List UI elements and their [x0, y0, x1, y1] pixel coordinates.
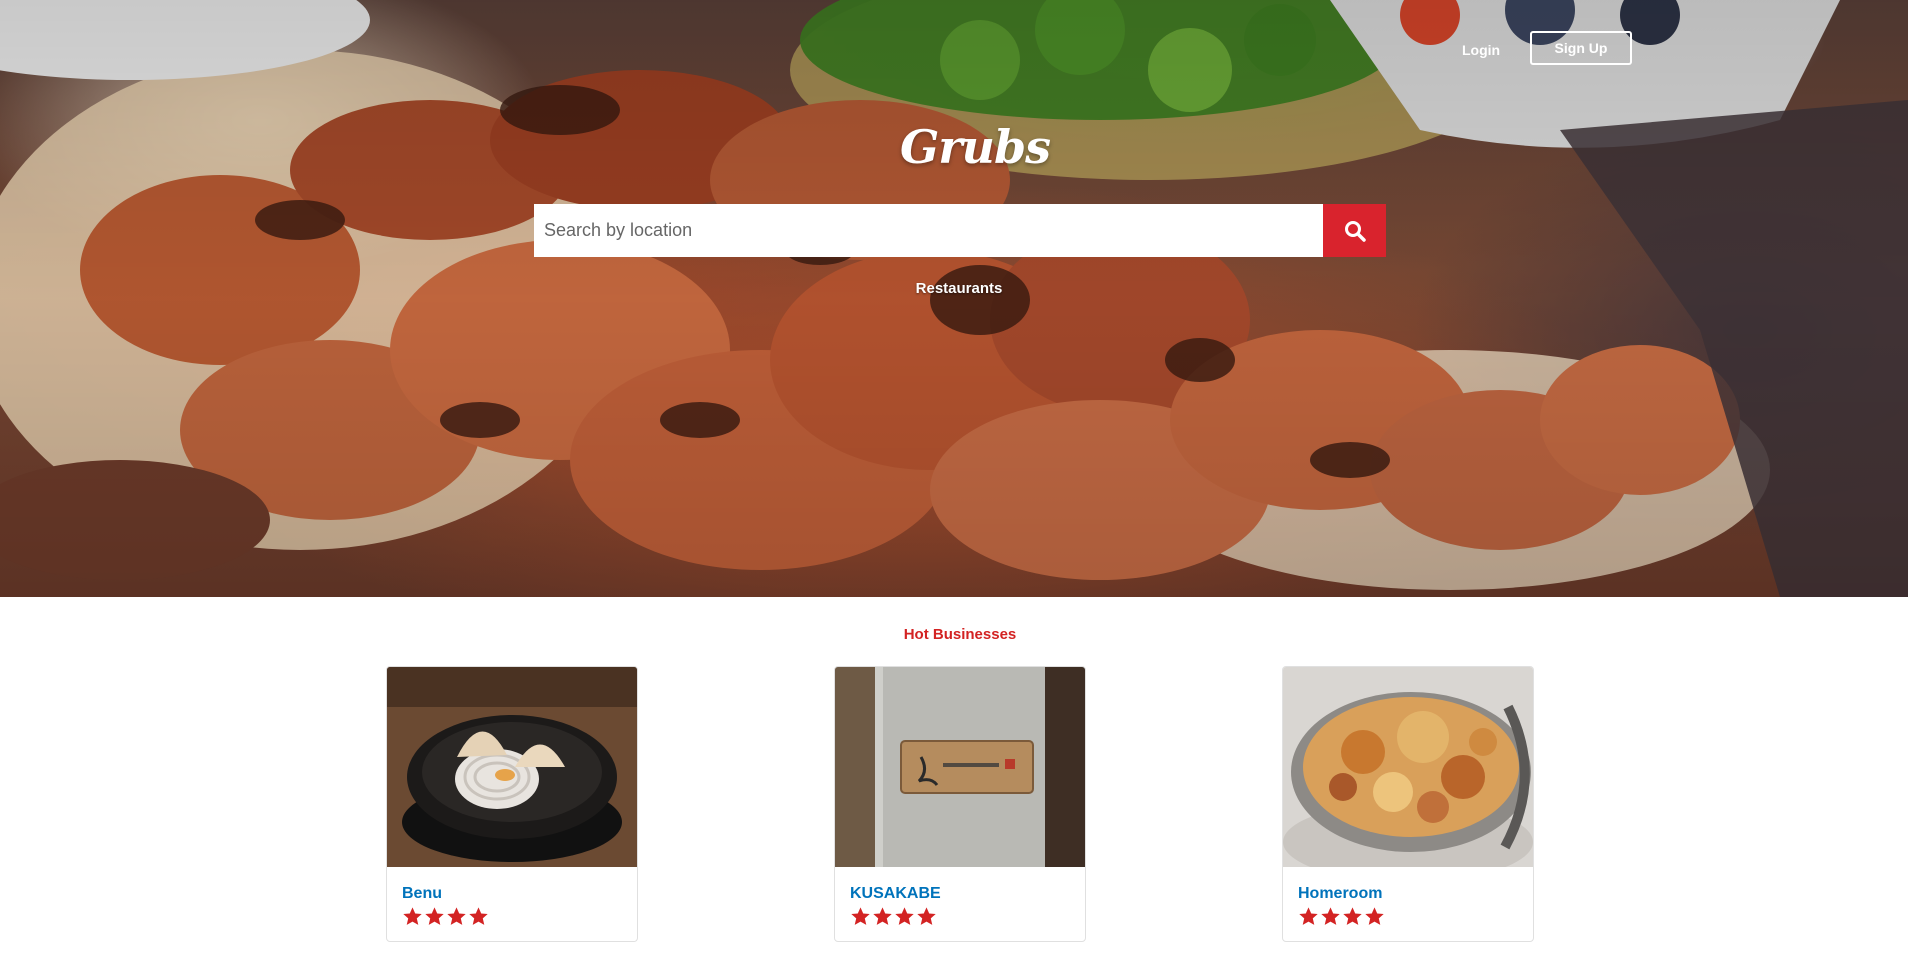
- wooden-sign-image: [835, 667, 1085, 867]
- business-name[interactable]: Benu: [402, 885, 442, 903]
- business-name[interactable]: KUSAKABE: [850, 885, 941, 903]
- star-icon: [895, 907, 914, 925]
- login-link[interactable]: Login: [1462, 36, 1500, 64]
- star-icon: [1365, 907, 1384, 925]
- business-photo[interactable]: [835, 667, 1085, 867]
- business-card-kusakabe[interactable]: KUSAKABE: [834, 666, 1086, 942]
- star-icon: [447, 907, 466, 925]
- signup-button[interactable]: Sign Up: [1530, 31, 1632, 65]
- hero-overlay: [0, 0, 1908, 597]
- star-icon: [469, 907, 488, 925]
- star-icon: [1299, 907, 1318, 925]
- star-icon: [403, 907, 422, 925]
- star-icon: [1321, 907, 1340, 925]
- business-photo[interactable]: [387, 667, 637, 867]
- star-rating: [850, 906, 937, 927]
- star-icon: [917, 907, 936, 925]
- star-icon: [851, 907, 870, 925]
- search-bar: [534, 204, 1386, 257]
- search-input[interactable]: [534, 204, 1323, 257]
- search-button[interactable]: [1323, 204, 1386, 257]
- star-rating: [402, 906, 489, 927]
- site-logo[interactable]: Grubs: [900, 120, 1051, 174]
- hero-banner: Login Sign Up Grubs Restaurants: [0, 0, 1908, 597]
- search-icon: [1344, 220, 1366, 242]
- mac-and-cheese-image: [1283, 667, 1533, 867]
- star-icon: [1343, 907, 1362, 925]
- business-photo[interactable]: [1283, 667, 1533, 867]
- hot-businesses-title: Hot Businesses: [903, 626, 1017, 643]
- star-icon: [873, 907, 892, 925]
- restaurants-link[interactable]: Restaurants: [912, 280, 1006, 297]
- business-name[interactable]: Homeroom: [1298, 885, 1382, 903]
- star-icon: [425, 907, 444, 925]
- business-card-benu[interactable]: Benu: [386, 666, 638, 942]
- dumplings-dish-image: [387, 667, 637, 867]
- star-rating: [1298, 906, 1385, 927]
- business-card-homeroom[interactable]: Homeroom: [1282, 666, 1534, 942]
